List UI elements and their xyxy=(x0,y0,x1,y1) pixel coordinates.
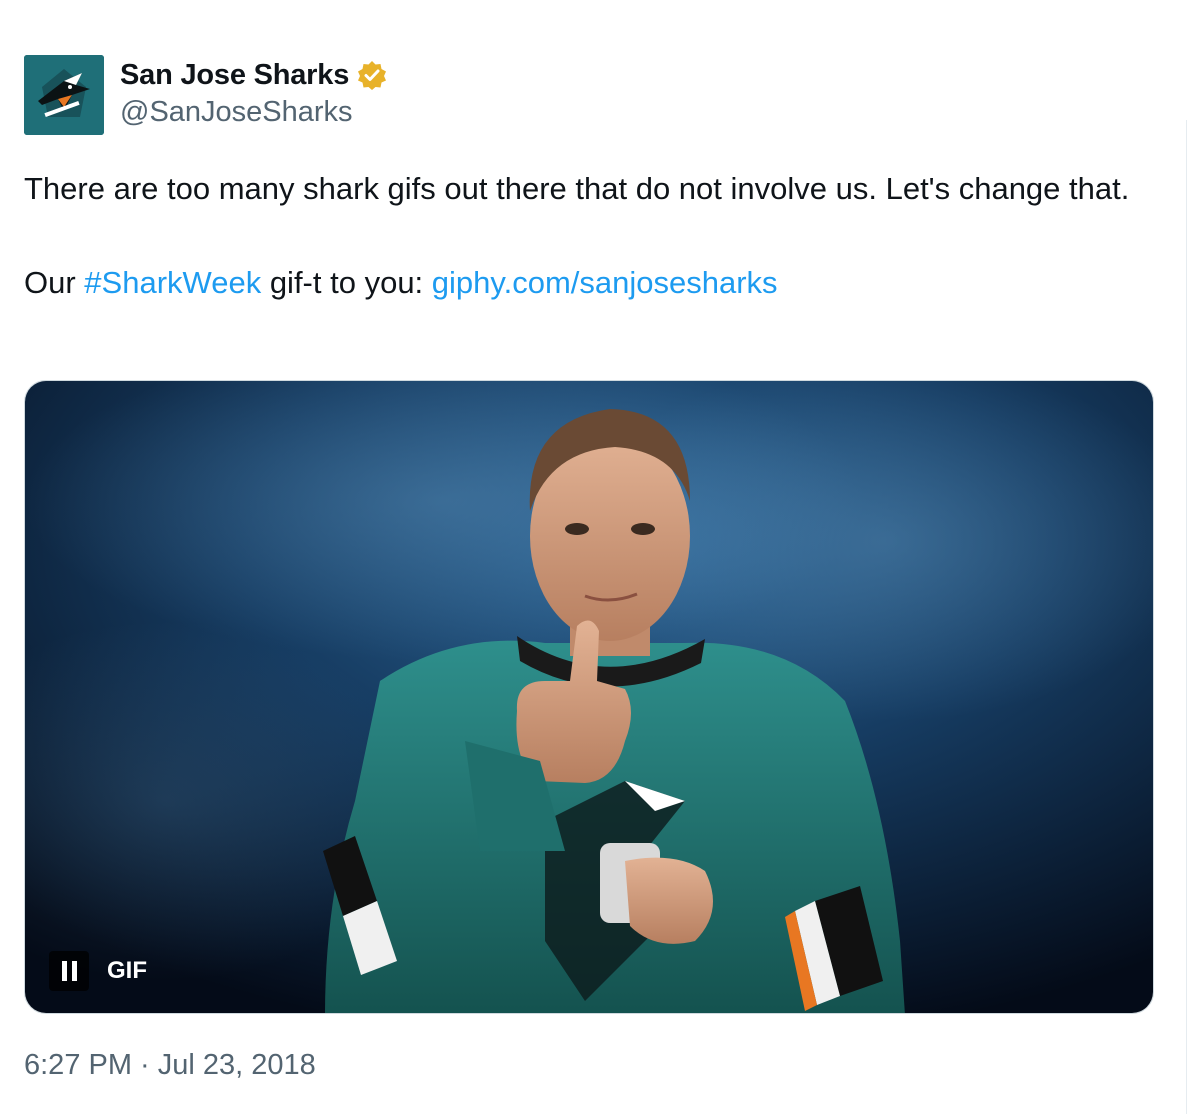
avatar[interactable] xyxy=(24,55,104,135)
author-display-name[interactable]: San Jose Sharks xyxy=(120,59,349,92)
author-name-row: San Jose Sharks xyxy=(120,56,387,94)
verified-badge-icon[interactable] xyxy=(357,60,387,90)
tweet-text: There are too many shark gifs out there … xyxy=(24,165,1134,306)
sharks-logo-icon xyxy=(24,55,104,135)
gif-media[interactable]: GIF xyxy=(24,380,1154,1014)
gif-image xyxy=(25,381,1153,1013)
hashtag-link[interactable]: #SharkWeek xyxy=(84,265,261,300)
tweet-card: San Jose Sharks @SanJoseSharks There are… xyxy=(0,0,1189,1114)
tweet-text-line2: Our #SharkWeek gif-t to you: giphy.com/s… xyxy=(24,259,1134,306)
tweet-timestamp[interactable]: 6:27 PM · Jul 23, 2018 xyxy=(24,1049,316,1082)
divider xyxy=(1186,120,1187,1114)
text-prefix: Our xyxy=(24,265,85,300)
pause-icon[interactable] xyxy=(49,951,89,991)
gif-controls: GIF xyxy=(49,951,147,991)
giphy-url-link[interactable]: giphy.com/sanjosesharks xyxy=(432,265,778,300)
tweet-text-line1: There are too many shark gifs out there … xyxy=(24,171,1130,206)
gif-badge: GIF xyxy=(107,957,147,984)
text-middle: gif-t to you: xyxy=(261,265,432,300)
author-handle[interactable]: @SanJoseSharks xyxy=(120,96,353,129)
